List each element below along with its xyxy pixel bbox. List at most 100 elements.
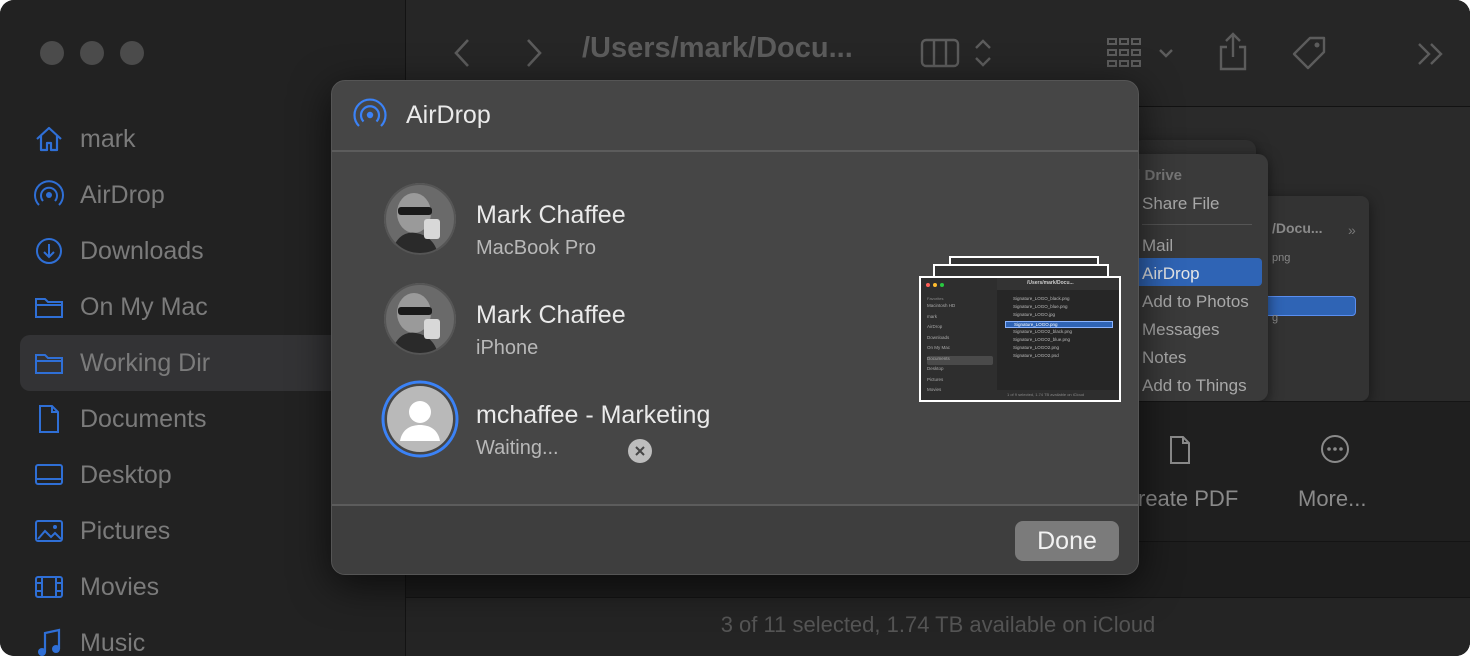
downloads-icon — [34, 236, 64, 266]
sidebar-item-label: Music — [80, 628, 146, 656]
sidebar-item-label: Working Dir — [80, 348, 211, 377]
preview-file-row: Signature_LOGO_blue.png — [1013, 304, 1068, 310]
double-chevron-icon: » — [1348, 222, 1356, 238]
preview-sidebar: Favorites Macintosh HD mark AirDrop Downloa… — [921, 278, 997, 400]
menu-divider — [1142, 224, 1252, 225]
music-icon — [34, 628, 64, 656]
window-path-title: /Users/mark/Docu... — [582, 32, 853, 64]
recipient-name: Mark Chaffee — [476, 301, 626, 329]
sidebar-item-label: AirDrop — [80, 180, 165, 209]
preview-window-controls — [926, 283, 944, 287]
preview-sidebar-item: Downloads — [927, 334, 950, 340]
done-button[interactable]: Done — [1015, 521, 1119, 561]
background-window-title: /Docu... — [1272, 220, 1323, 236]
cancel-transfer-button[interactable] — [628, 439, 652, 463]
share-menu: ud Drive Share File Mail AirDrop Add to … — [1122, 154, 1268, 401]
sidebar-item-label: Movies — [80, 572, 160, 601]
double-chevron-icon — [1418, 43, 1443, 65]
chevron-left-icon — [454, 39, 469, 67]
airdrop-icon — [34, 180, 64, 210]
preview-sidebar-item: Documents — [927, 355, 993, 365]
background-file-item: g — [1272, 312, 1279, 324]
avatar — [384, 283, 456, 355]
document-icon — [34, 404, 64, 434]
preview-file-row: Signature_LOGO2_black.png — [1013, 328, 1073, 334]
close-window-button[interactable] — [40, 41, 64, 65]
columns-view-icon — [920, 38, 991, 68]
recipient-device: MacBook Pro — [476, 237, 597, 259]
preview-path-title: /Users/mark/Docu... — [1027, 280, 1074, 286]
airdrop-dialog: AirDrop Mark Chaffee MacBook Pro Mark Ch… — [331, 80, 1139, 575]
preview-file-row: Signature_LOGO2.psd — [1013, 353, 1059, 359]
preview-sidebar-item: mark — [927, 313, 937, 319]
folder-icon — [34, 292, 64, 322]
background-finder-window: /Docu... » png g — [1254, 196, 1369, 401]
preview-sidebar-heading: Favorites — [927, 296, 944, 301]
recipient-status: Waiting... — [476, 437, 559, 459]
more-toolbar-button[interactable] — [1416, 40, 1446, 68]
preview-sidebar-item: Desktop — [927, 366, 944, 371]
preview-file-row: Signature_LOGO2.png — [1013, 345, 1060, 351]
back-button[interactable] — [448, 36, 476, 70]
more-action[interactable]: More... — [1298, 486, 1366, 512]
preview-status-bar: 1 of 9 selected, 1.74 TB available on iC… — [997, 390, 1119, 400]
view-columns-button[interactable] — [920, 36, 1000, 70]
close-icon — [635, 446, 645, 456]
share-menu-item-add-to-photos[interactable]: Add to Photos — [1142, 292, 1249, 312]
sidebar-item-label: Downloads — [80, 236, 204, 265]
recipient-item[interactable]: Mark Chaffee iPhone — [384, 283, 944, 363]
status-text: 3 of 11 selected, 1.74 TB available on i… — [720, 612, 1156, 637]
recipient-name: Mark Chaffee — [476, 201, 626, 229]
background-selected-row — [1254, 296, 1356, 316]
avatar — [384, 183, 456, 255]
preview-toolbar: /Users/mark/Docu... — [997, 278, 1119, 290]
generic-user-icon — [384, 383, 456, 455]
preview-sidebar-item: AirDrop — [927, 324, 943, 329]
sidebar-item-label: Desktop — [80, 460, 172, 489]
file-preview: Favorites Macintosh HD mark AirDrop Downloa… — [919, 256, 1121, 402]
sidebar-item-label: On My Mac — [80, 292, 208, 321]
minimize-window-button[interactable] — [80, 41, 104, 65]
recipient-item[interactable]: Mark Chaffee MacBook Pro — [384, 183, 944, 263]
status-bar: 3 of 11 selected, 1.74 TB available on i… — [406, 597, 1470, 656]
preview-sidebar-item: Pictures — [927, 376, 944, 382]
preview-finder-window: Favorites Macintosh HD mark AirDrop Downloa… — [919, 276, 1121, 402]
window-controls — [40, 41, 144, 65]
share-menu-item-share-file[interactable]: Share File — [1142, 194, 1219, 214]
share-menu-item-mail[interactable]: Mail — [1142, 236, 1173, 256]
share-menu-item-messages[interactable]: Messages — [1142, 320, 1219, 340]
forward-button[interactable] — [520, 36, 548, 70]
zoom-window-button[interactable] — [120, 41, 144, 65]
preview-sidebar-item: Macintosh HD — [927, 303, 956, 308]
finder-window: mark AirDrop Downloads On My Mac Working… — [0, 0, 1470, 656]
sidebar-item-music[interactable]: Music — [20, 615, 390, 656]
share-icon — [1219, 32, 1247, 71]
recipient-item[interactable]: mchaffee - Marketing Waiting... — [381, 380, 944, 463]
preview-file-row: Signature_LOGO2_blue.png — [1013, 337, 1071, 342]
more-icon — [1320, 434, 1350, 464]
recipient-device: iPhone — [476, 337, 539, 359]
preview-file-row: Signature_LOGO_black.png — [1013, 296, 1070, 301]
sidebar-item-label: Documents — [80, 404, 207, 433]
preview-file-row: Signature_LOGO.jpg — [1013, 312, 1056, 318]
folder-icon — [34, 348, 64, 378]
document-icon — [1168, 434, 1192, 466]
desktop-icon — [34, 460, 64, 490]
group-by-button[interactable] — [1106, 36, 1178, 70]
sidebar-item-label: Pictures — [80, 516, 171, 545]
share-menu-item-notes[interactable]: Notes — [1142, 348, 1186, 368]
preview-file-row: Signature_LOGO.png — [1005, 320, 1113, 328]
preview-status-text: 1 of 9 selected, 1.74 TB available on iC… — [1007, 392, 1085, 397]
tag-icon — [1292, 36, 1326, 70]
movies-icon — [34, 572, 64, 602]
grid-group-icon — [1107, 38, 1173, 67]
pictures-icon — [34, 516, 64, 546]
chevron-right-icon — [527, 39, 542, 67]
home-icon — [34, 124, 64, 154]
share-button[interactable] — [1216, 32, 1250, 72]
dialog-title: AirDrop — [406, 101, 491, 129]
tag-button[interactable] — [1290, 34, 1328, 72]
share-menu-item-airdrop[interactable]: AirDrop — [1142, 264, 1200, 284]
create-pdf-action[interactable]: reate PDF — [1138, 486, 1238, 512]
share-menu-item-add-to-things[interactable]: Add to Things — [1142, 376, 1247, 396]
